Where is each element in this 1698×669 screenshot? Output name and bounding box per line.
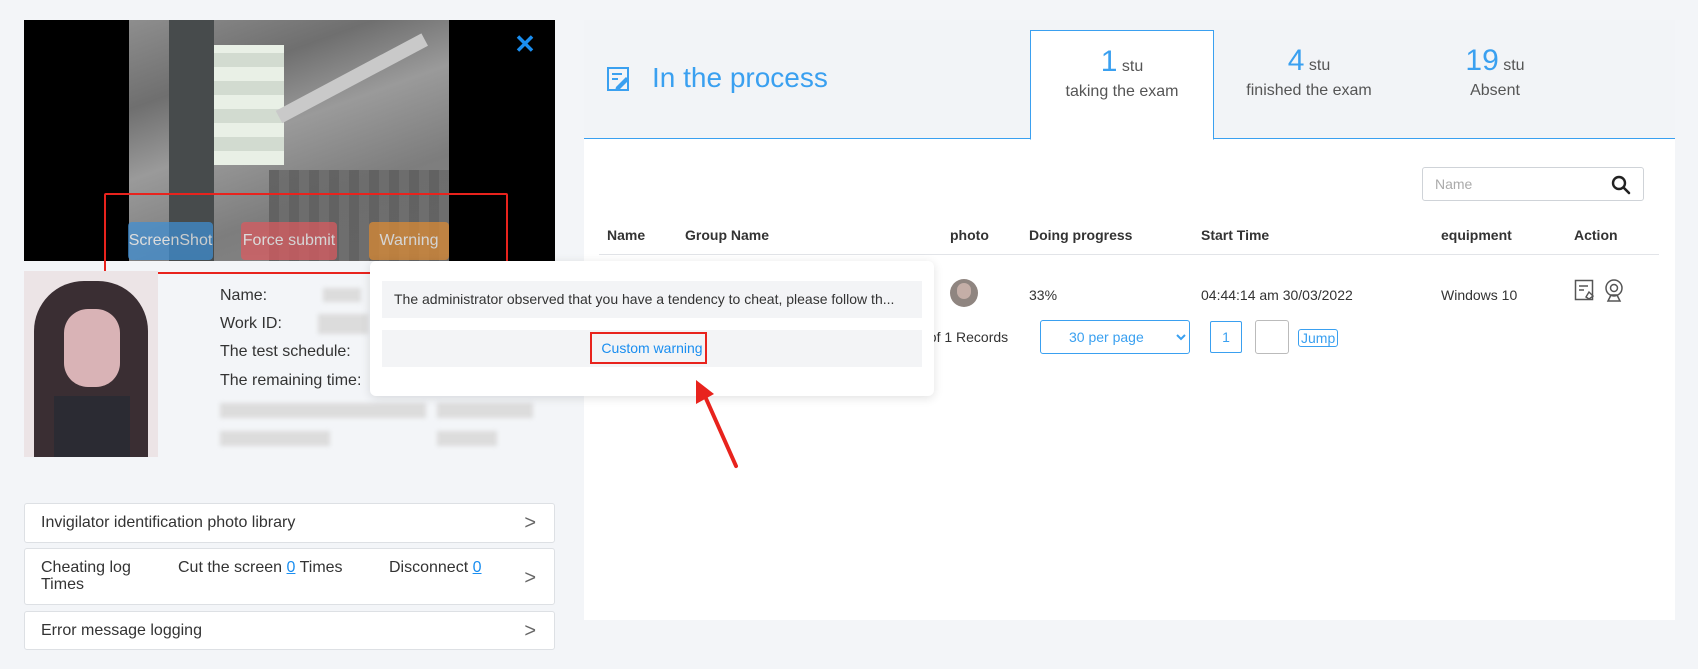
warning-dropdown: The administrator observed that you have… — [370, 261, 934, 396]
cut-screen-suffix: Times — [299, 559, 343, 576]
tab-absent[interactable]: 19 stu Absent — [1403, 30, 1587, 140]
per-page-select[interactable]: 30 per page — [1040, 320, 1190, 354]
col-start-time: Start Time — [1201, 227, 1270, 243]
search-box — [1422, 167, 1644, 201]
col-equipment: equipment — [1441, 227, 1512, 243]
progress-value: 33% — [1029, 287, 1058, 303]
cheating-log-label: Cheating log Times — [41, 559, 131, 593]
remaining-time-label: The remaining time: — [220, 372, 362, 389]
absent-label: Absent — [1470, 82, 1520, 99]
error-logging-label: Error message logging — [41, 622, 202, 639]
absent-unit: stu — [1503, 57, 1525, 74]
preset-warning-option[interactable]: The administrator observed that you have… — [382, 281, 922, 318]
document-edit-icon[interactable] — [1574, 278, 1596, 302]
finished-unit: stu — [1308, 57, 1331, 74]
redacted-work-id — [318, 314, 368, 334]
redacted-schedule — [220, 403, 426, 418]
search-input[interactable] — [1423, 168, 1603, 200]
disconnect-label: Disconnect — [389, 559, 469, 576]
col-photo: photo — [950, 227, 989, 243]
col-progress: Doing progress — [1029, 227, 1133, 243]
screenshot-button[interactable]: ScreenShot — [128, 222, 213, 260]
photo-library-label: Invigilator identification photo library — [41, 514, 296, 531]
col-name: Name — [607, 227, 646, 243]
photo-library-item[interactable]: Invigilator identification photo library… — [24, 503, 555, 543]
redacted-name — [323, 288, 361, 302]
taking-label: taking the exam — [1065, 83, 1179, 100]
disconnect-stat: Disconnect 0 — [389, 559, 482, 577]
redacted-schedule-2 — [220, 431, 330, 446]
force-submit-button[interactable]: Force submit — [241, 222, 337, 260]
work-id-label: Work ID: — [220, 315, 282, 332]
chevron-right-icon: > — [524, 512, 536, 534]
warning-button[interactable]: Warning — [369, 222, 449, 260]
document-edit-icon — [607, 67, 629, 91]
page-jump-input[interactable] — [1255, 320, 1289, 354]
webcam-icon[interactable] — [1603, 278, 1625, 302]
cheating-log-item[interactable]: Cheating log Times Cut the screen 0 Time… — [24, 548, 555, 605]
equipment-value: Windows 10 — [1441, 287, 1518, 303]
cut-screen-stat: Cut the screen 0 Times — [178, 559, 343, 577]
page-button-1[interactable]: 1 — [1210, 321, 1242, 353]
student-thumbnail — [950, 279, 978, 307]
absent-count: 19 — [1465, 44, 1499, 77]
panel-header: In the process 1 stu taking the exam 4 s… — [584, 20, 1675, 140]
chevron-right-icon: > — [524, 619, 536, 642]
name-label: Name: — [220, 287, 268, 304]
taking-unit: stu — [1121, 58, 1144, 75]
col-action: Action — [1574, 227, 1618, 243]
redacted-remaining-2 — [437, 431, 497, 446]
close-icon[interactable]: ✕ — [512, 31, 538, 57]
cut-screen-count[interactable]: 0 — [287, 559, 296, 576]
tab-finished-exam[interactable]: 4 stu finished the exam — [1217, 30, 1401, 140]
annotation-arrow-icon — [696, 380, 738, 468]
disconnect-count[interactable]: 0 — [473, 559, 482, 576]
cut-screen-label: Cut the screen — [178, 559, 283, 576]
finished-label: finished the exam — [1246, 82, 1372, 99]
student-photo — [24, 271, 158, 457]
custom-warning-option[interactable]: Custom warning — [382, 330, 922, 367]
search-icon[interactable] — [1611, 175, 1631, 195]
test-schedule-label: The test schedule: — [220, 343, 351, 360]
tab-taking-exam[interactable]: 1 stu taking the exam — [1030, 30, 1214, 140]
error-logging-item[interactable]: Error message logging > — [24, 611, 555, 650]
jump-button[interactable]: Jump — [1298, 329, 1339, 347]
finished-count: 4 — [1287, 44, 1305, 77]
col-group-name: Group Name — [685, 227, 770, 243]
page-title: In the process — [652, 62, 828, 93]
chevron-right-icon: > — [524, 567, 536, 589]
taking-count: 1 — [1100, 45, 1118, 78]
redacted-remaining — [437, 403, 533, 418]
start-time-value: 04:44:14 am 30/03/2022 — [1201, 287, 1353, 303]
